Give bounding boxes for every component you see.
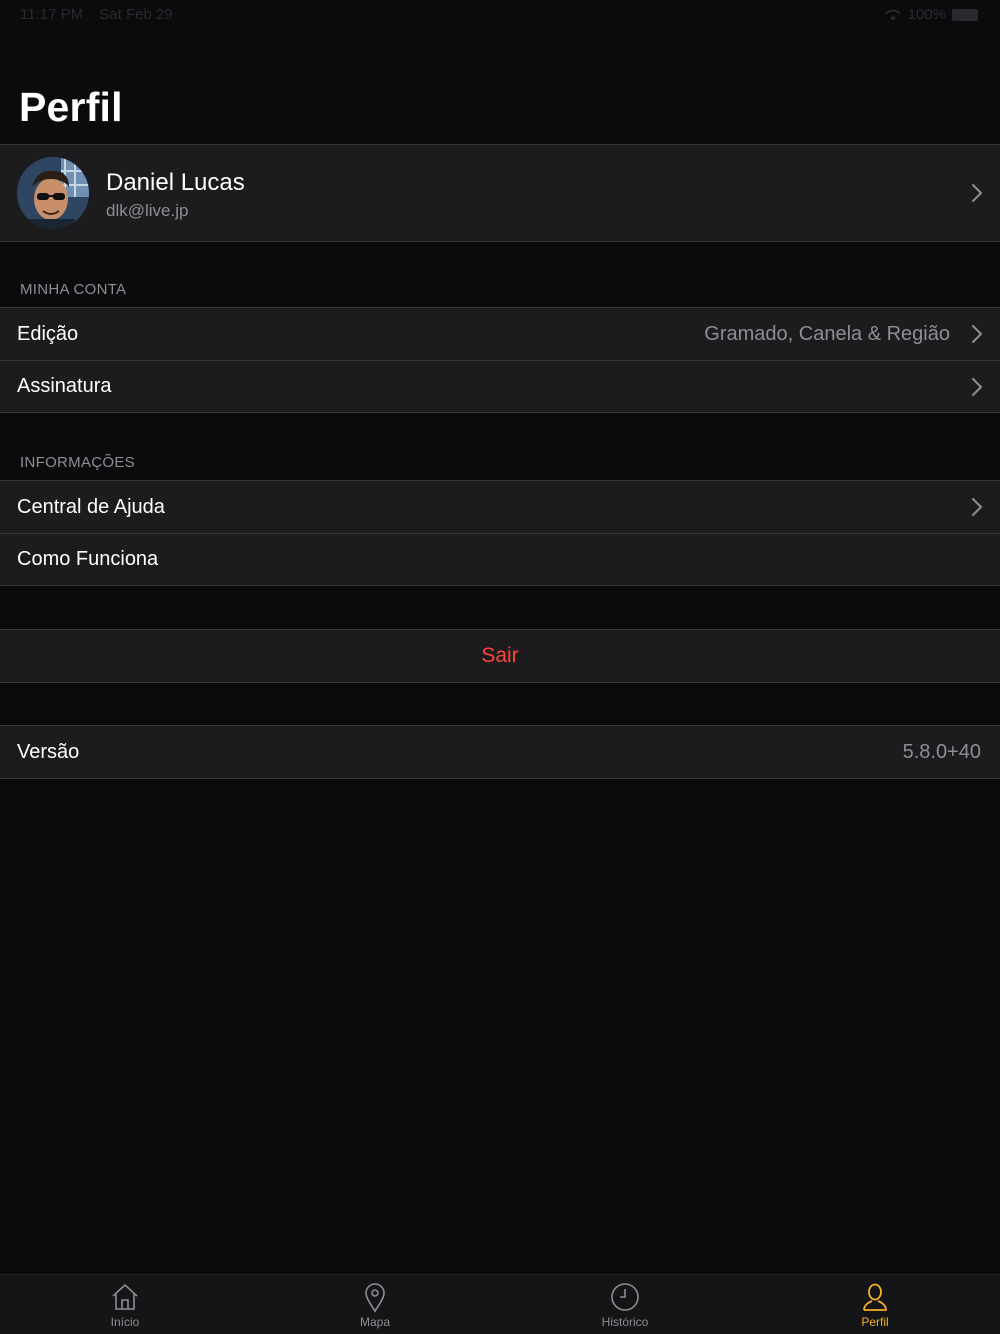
page-title: Perfil <box>19 84 123 130</box>
tab-inicio[interactable]: Início <box>0 1275 250 1334</box>
clock-icon <box>611 1283 639 1311</box>
home-icon <box>112 1284 138 1310</box>
logout-button[interactable]: Sair <box>0 630 1000 682</box>
status-bar: 11:17 PM Sat Feb 29 100% <box>0 0 1000 30</box>
chevron-right-icon <box>972 325 982 343</box>
subscription-label: Assinatura <box>17 375 112 397</box>
help-center-label: Central de Ajuda <box>17 495 165 518</box>
logout-label: Sair <box>481 644 519 667</box>
account-group: Edição Gramado, Canela & Região Assinatu… <box>0 307 1000 413</box>
how-it-works-label: Como Funciona <box>17 548 159 570</box>
version-row: Versão 5.8.0+40 <box>0 726 1000 778</box>
person-icon <box>863 1283 887 1311</box>
battery-percent: 100% <box>907 6 946 23</box>
edition-row[interactable]: Edição Gramado, Canela & Região <box>0 308 1000 360</box>
how-it-works-row[interactable]: Como Funciona <box>0 533 1000 585</box>
tab-label: Início <box>110 1315 140 1329</box>
status-right: 100% <box>884 6 978 23</box>
status-left: 11:17 PM Sat Feb 29 <box>20 6 185 23</box>
avatar <box>17 157 89 229</box>
version-label: Versão <box>17 740 80 763</box>
section-header-info: INFORMAÇÕES <box>20 454 135 471</box>
tab-mapa[interactable]: Mapa <box>250 1275 500 1334</box>
profile-cell[interactable]: Daniel Lucas dlk@live.jp <box>0 144 1000 242</box>
profile-screen: 11:17 PM Sat Feb 29 100% Perfil Daniel L… <box>0 0 1000 1334</box>
tab-bar: Início Mapa Histórico Perfil <box>0 1274 1000 1334</box>
status-date: Sat Feb 29 <box>99 6 173 23</box>
subscription-row[interactable]: Assinatura <box>0 360 1000 412</box>
help-center-row[interactable]: Central de Ajuda <box>0 481 1000 533</box>
section-header-account: MINHA CONTA <box>20 281 127 298</box>
tab-label: Perfil <box>861 1315 889 1329</box>
chevron-right-icon <box>972 377 982 396</box>
info-group: Central de Ajuda Como Funciona <box>0 480 1000 586</box>
profile-name: Daniel Lucas <box>106 169 245 196</box>
chevron-right-icon <box>972 498 982 516</box>
tab-perfil[interactable]: Perfil <box>750 1275 1000 1334</box>
chevron-right-icon <box>972 184 982 202</box>
tab-historico[interactable]: Histórico <box>500 1275 750 1334</box>
wifi-icon <box>884 9 901 21</box>
battery-icon <box>952 8 978 21</box>
profile-email: dlk@live.jp <box>106 201 189 220</box>
version-group: Versão 5.8.0+40 <box>0 725 1000 779</box>
version-value: 5.8.0+40 <box>902 740 981 763</box>
status-time: 11:17 PM <box>20 6 84 23</box>
tab-label: Histórico <box>601 1315 649 1329</box>
edition-value: Gramado, Canela & Região <box>704 322 950 345</box>
logout-group: Sair <box>0 629 1000 683</box>
tab-label: Mapa <box>359 1315 391 1329</box>
edition-label: Edição <box>17 322 79 345</box>
map-pin-icon <box>365 1283 385 1313</box>
